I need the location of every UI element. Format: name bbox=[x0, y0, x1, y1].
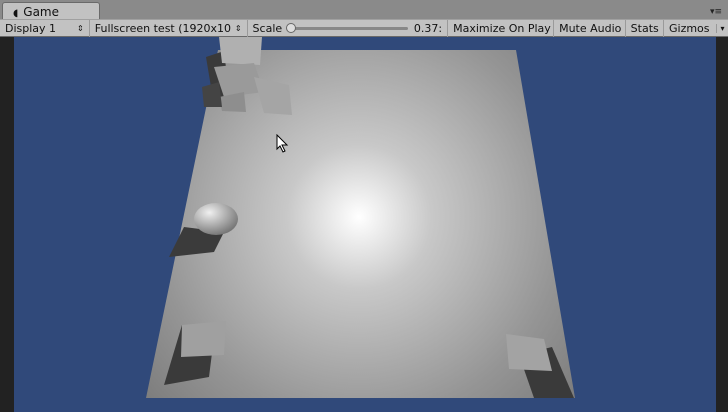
game-toolbar: Display 1 ⇕ Fullscreen test (1920x1080 ⇕ S… bbox=[0, 19, 728, 37]
tab-menu-icon[interactable]: ▾≡ bbox=[710, 8, 722, 17]
scale-slider[interactable] bbox=[286, 22, 408, 33]
stats-toggle[interactable]: Stats bbox=[626, 19, 664, 37]
ball bbox=[194, 203, 238, 235]
scene-render bbox=[14, 37, 716, 412]
display-dropdown[interactable]: Display 1 ⇕ bbox=[0, 19, 90, 37]
scale-slider-thumb[interactable] bbox=[286, 22, 297, 33]
maximize-on-play-toggle[interactable]: Maximize On Play bbox=[448, 19, 555, 37]
tab-game[interactable]: ◖ Game bbox=[2, 2, 100, 20]
updown-arrow-icon: ⇕ bbox=[77, 23, 84, 33]
mute-audio-toggle[interactable]: Mute Audio bbox=[554, 19, 626, 37]
cube-left bbox=[181, 321, 226, 357]
pacman-icon: ◖ bbox=[13, 8, 19, 19]
mouse-cursor-icon bbox=[276, 134, 289, 153]
gizmos-toggle[interactable]: Gizmos ▾ bbox=[664, 20, 728, 37]
updown-arrow-icon: ⇕ bbox=[234, 23, 242, 33]
game-viewport[interactable] bbox=[0, 37, 728, 412]
gizmos-dropdown-arrow-icon[interactable]: ▾ bbox=[715, 23, 725, 33]
resolution-dropdown[interactable]: Fullscreen test (1920x1080 ⇕ bbox=[90, 19, 248, 37]
scale-control: Scale 0.37: bbox=[248, 19, 449, 37]
tab-bar: ◖ Game ▾≡ bbox=[0, 0, 728, 20]
